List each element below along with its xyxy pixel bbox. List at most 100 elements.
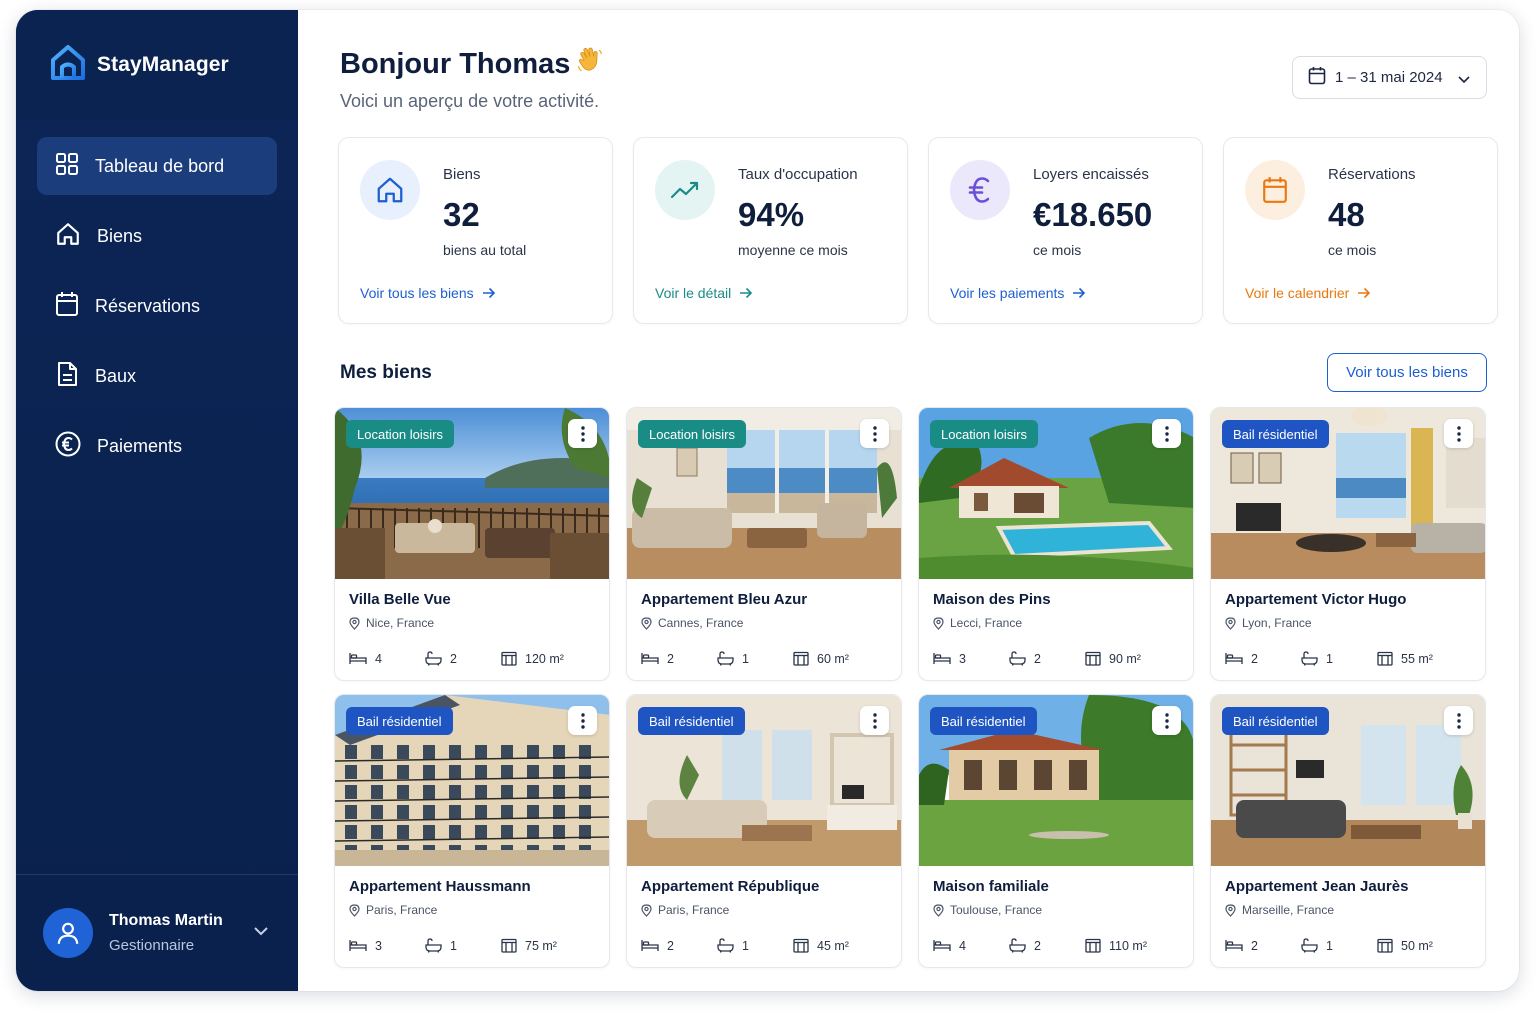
stat-sub: ce mois: [1328, 242, 1377, 258]
stat-card-biens: Biens 32 biens au total Voir tous les bi…: [338, 137, 613, 324]
property-location: Marseille, France: [1225, 903, 1334, 917]
bathrooms: 1: [1301, 938, 1377, 953]
area-icon: [501, 938, 517, 953]
property-menu-button[interactable]: [860, 706, 889, 735]
area-icon: [793, 938, 809, 953]
bedrooms-count: 2: [1251, 651, 1258, 666]
sidebar: StayManager Tableau de bord Biens Réserv…: [16, 10, 298, 991]
bed-icon: [933, 940, 951, 951]
stat-link-occupation[interactable]: Voir le détail: [655, 285, 753, 301]
location-pin-icon: [641, 903, 652, 917]
bedrooms-count: 2: [1251, 938, 1258, 953]
stat-link-label: Voir le détail: [655, 285, 732, 301]
bed-icon: [349, 653, 367, 664]
sidebar-item-label: Biens: [97, 225, 143, 246]
bathrooms: 1: [717, 938, 793, 953]
property-card-3[interactable]: Location loisirs Maison des Pins Lecci, …: [918, 407, 1194, 681]
user-role: Gestionnaire: [109, 937, 195, 954]
surface-area-value: 55 m²: [1401, 651, 1433, 666]
stat-label: Biens: [443, 166, 481, 183]
property-name: Maison des Pins: [933, 591, 1051, 608]
area-icon: [1085, 651, 1101, 666]
sidebar-item-paiements[interactable]: Paiements: [37, 417, 277, 475]
stat-sub: moyenne ce mois: [738, 242, 848, 258]
bathtub-icon: [1301, 651, 1318, 666]
property-location: Paris, France: [641, 903, 729, 917]
stat-sub: ce mois: [1033, 242, 1082, 258]
app-window: StayManager Tableau de bord Biens Réserv…: [16, 10, 1519, 991]
property-card-8[interactable]: Bail résidentiel Appartement Jean Jaurès…: [1210, 694, 1486, 968]
area-icon: [501, 651, 517, 666]
property-features: 2 1 45 m²: [641, 938, 849, 953]
stat-value: 32: [443, 196, 480, 233]
bedrooms-count: 4: [959, 938, 966, 953]
bed-icon: [1225, 653, 1243, 664]
sidebar-item-biens[interactable]: Biens: [37, 207, 277, 265]
property-menu-button[interactable]: [860, 419, 889, 448]
view-all-properties-button[interactable]: Voir tous les biens: [1327, 353, 1487, 392]
greeting-text: Bonjour Thomas: [340, 47, 571, 80]
bathrooms-count: 1: [742, 938, 749, 953]
property-location-text: Marseille, France: [1242, 903, 1335, 917]
sidebar-item-label: Tableau de bord: [95, 155, 225, 176]
property-location-text: Nice, France: [366, 616, 435, 630]
more-vertical-icon: [872, 425, 877, 442]
more-vertical-icon: [1456, 712, 1461, 729]
bathrooms-count: 1: [1326, 651, 1333, 666]
surface-area-value: 120 m²: [525, 651, 564, 666]
property-card-7[interactable]: Bail résidentiel Maison familiale Toulou…: [918, 694, 1194, 968]
property-location-text: Paris, France: [366, 903, 438, 917]
main-content: Bonjour Thomas Voici un aperçu de votre …: [298, 10, 1519, 991]
stat-link-label: Voir les paiements: [950, 285, 1065, 301]
bathtub-icon: [717, 651, 734, 666]
location-pin-icon: [641, 616, 652, 630]
more-vertical-icon: [580, 425, 585, 442]
property-features: 3 2 90 m²: [933, 651, 1141, 666]
property-card-1[interactable]: Location loisirs Villa Belle Vue Nice, F…: [334, 407, 610, 681]
sidebar-item-reservations[interactable]: Réservations: [37, 277, 277, 335]
greeting-block: Bonjour Thomas Voici un aperçu de votre …: [340, 46, 604, 112]
brand[interactable]: StayManager: [16, 10, 298, 120]
property-card-4[interactable]: Bail résidentiel Appartement Victor Hugo…: [1210, 407, 1486, 681]
surface-area-value: 45 m²: [817, 938, 849, 953]
property-features: 3 1 75 m²: [349, 938, 557, 953]
property-name: Appartement Haussmann: [349, 878, 531, 895]
bedrooms: 3: [349, 938, 425, 953]
chevron-down-icon[interactable]: [254, 923, 268, 941]
property-card-5[interactable]: Bail résidentiel Appartement Haussmann P…: [334, 694, 610, 968]
property-menu-button[interactable]: [1152, 419, 1181, 448]
stat-link-calendrier[interactable]: Voir le calendrier: [1245, 285, 1371, 301]
property-menu-button[interactable]: [568, 419, 597, 448]
sidebar-item-dashboard[interactable]: Tableau de bord: [37, 137, 277, 195]
stat-link-paiements[interactable]: Voir les paiements: [950, 285, 1086, 301]
home-icon: [55, 221, 81, 252]
date-range-selector[interactable]: 1 – 31 mai 2024: [1292, 56, 1487, 99]
property-card-6[interactable]: Bail résidentiel Appartement République …: [626, 694, 902, 968]
bathrooms: 1: [1301, 651, 1377, 666]
stat-link-label: Voir le calendrier: [1245, 285, 1350, 301]
user-menu[interactable]: Thomas Martin Gestionnaire: [16, 874, 298, 991]
location-pin-icon: [1225, 903, 1236, 917]
property-menu-button[interactable]: [1152, 706, 1181, 735]
property-type-badge: Bail résidentiel: [1222, 707, 1329, 735]
chevron-down-icon: [1458, 71, 1470, 88]
bathrooms-count: 2: [1034, 938, 1041, 953]
property-menu-button[interactable]: [568, 706, 597, 735]
property-menu-button[interactable]: [1444, 419, 1473, 448]
property-menu-button[interactable]: [1444, 706, 1473, 735]
bathrooms-count: 1: [1326, 938, 1333, 953]
bedrooms-count: 4: [375, 651, 382, 666]
bathrooms-count: 1: [450, 938, 457, 953]
surface-area: 75 m²: [501, 938, 557, 953]
surface-area: 45 m²: [793, 938, 849, 953]
bathrooms: 2: [1009, 938, 1085, 953]
sidebar-item-baux[interactable]: Baux: [37, 347, 277, 405]
property-card-2[interactable]: Location loisirs Appartement Bleu Azur C…: [626, 407, 902, 681]
property-features: 2 1 60 m²: [641, 651, 849, 666]
stat-link-biens[interactable]: Voir tous les biens: [360, 285, 496, 301]
arrow-right-icon: [740, 287, 753, 299]
stat-value: 94%: [738, 196, 805, 233]
property-location: Nice, France: [349, 616, 434, 630]
property-features: 2 1 50 m²: [1225, 938, 1433, 953]
bedrooms-count: 3: [959, 651, 966, 666]
